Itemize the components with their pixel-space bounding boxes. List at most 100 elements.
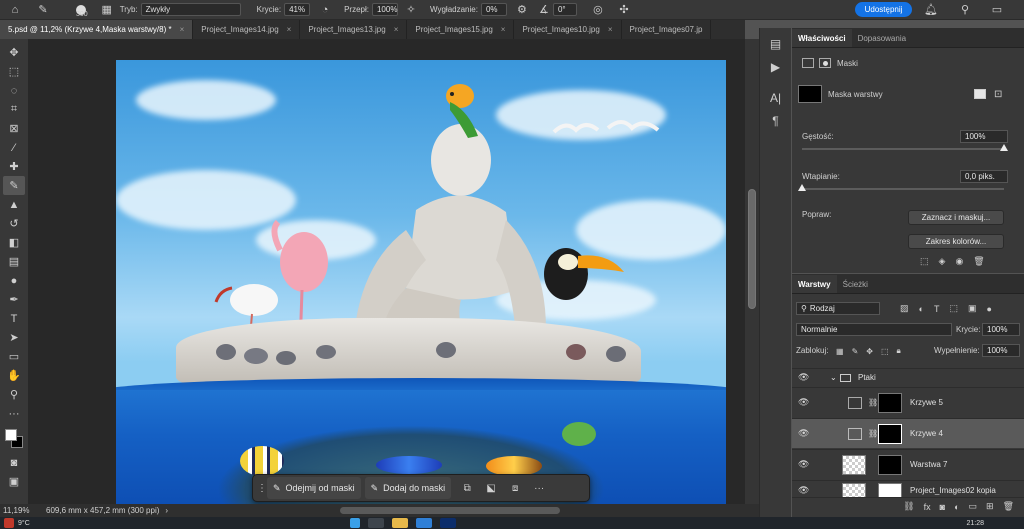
layer-style-icon[interactable]: fx bbox=[924, 502, 931, 512]
density-slider[interactable] bbox=[802, 148, 1004, 150]
search-taskbar-icon[interactable] bbox=[367, 518, 384, 528]
document-info[interactable]: 609,6 mm x 457,2 mm (300 ppi) bbox=[40, 506, 159, 515]
layer-thumbnail[interactable] bbox=[842, 454, 866, 475]
healing-tool-icon[interactable]: ✚ bbox=[3, 157, 25, 176]
horizontal-scrollbar[interactable] bbox=[340, 507, 560, 514]
density-field[interactable]: 100% bbox=[960, 130, 1008, 143]
invert-mask-icon[interactable]: ⬕ bbox=[479, 477, 503, 499]
angle-field[interactable]: 0° bbox=[552, 3, 577, 16]
type-filter-icon[interactable]: T bbox=[934, 304, 940, 314]
explorer-icon[interactable] bbox=[391, 518, 408, 528]
stamp-tool-icon[interactable]: ▲ bbox=[3, 195, 25, 214]
feather-slider[interactable] bbox=[802, 188, 1004, 190]
actions-play-icon[interactable]: ▶ bbox=[765, 57, 787, 76]
load-selection-icon[interactable]: ⬚ bbox=[920, 256, 929, 267]
move-tool-icon[interactable]: ✥ bbox=[3, 43, 25, 62]
screen-mode-icon[interactable]: ▣ bbox=[3, 472, 25, 491]
zoom-tool-icon[interactable]: ⚲ bbox=[3, 385, 25, 404]
apply-mask-icon[interactable]: ◈ bbox=[939, 256, 946, 267]
tab-project-images10[interactable]: Project_Images10.jpg × bbox=[514, 20, 622, 39]
adjustment-layer-icon[interactable]: ◐ bbox=[954, 502, 959, 512]
layer-row-warstwa-7[interactable]: 👁︎ Warstwa 7 bbox=[792, 449, 1024, 479]
pressure-size-icon[interactable]: ◎ bbox=[591, 3, 605, 17]
tab-project-images13[interactable]: Project_Images13.jpg × bbox=[300, 20, 408, 39]
dodge-tool-icon[interactable]: ● bbox=[3, 271, 25, 290]
paragraph-icon[interactable]: ¶ bbox=[765, 111, 787, 130]
tab-project-images14[interactable]: Project_Images14.jpg × bbox=[193, 20, 301, 39]
foreground-color-swatch[interactable] bbox=[5, 429, 17, 441]
new-group-icon[interactable]: ▭ bbox=[969, 501, 978, 512]
link-icon[interactable]: ⛓ bbox=[868, 429, 878, 438]
quick-mask-icon[interactable]: ◙ bbox=[3, 453, 25, 472]
fill-mask-icon[interactable]: ⧈ bbox=[503, 477, 527, 499]
density-slider-handle[interactable] bbox=[1000, 144, 1008, 151]
blend-mode-select[interactable]: Normalnie bbox=[796, 323, 952, 336]
eye-icon[interactable]: 👁︎ bbox=[798, 459, 809, 470]
eye-icon[interactable]: 👁︎ bbox=[798, 372, 809, 383]
layer-row-krzywe-4[interactable]: 👁︎ ⛓ Krzywe 4 bbox=[792, 418, 1024, 448]
close-icon[interactable]: × bbox=[180, 25, 185, 34]
status-arrow-icon[interactable]: › bbox=[165, 506, 168, 515]
zoom-level[interactable]: 11,19% bbox=[0, 506, 40, 515]
trash-icon[interactable]: 🗑︎ bbox=[973, 256, 984, 267]
shape-filter-icon[interactable]: ⬚ bbox=[949, 303, 958, 314]
path-selection-tool-icon[interactable]: ➤ bbox=[3, 328, 25, 347]
lock-all-icon[interactable]: 🔒︎ bbox=[897, 346, 901, 356]
layer-mask-row[interactable]: Maska warstwy ⊡ bbox=[796, 82, 1022, 106]
close-icon[interactable]: × bbox=[501, 25, 506, 34]
flow-field[interactable]: 100% bbox=[371, 3, 398, 16]
close-icon[interactable]: × bbox=[608, 25, 613, 34]
brush-tool-icon[interactable]: ✎ bbox=[3, 176, 25, 195]
share-button[interactable]: Udostępnij bbox=[855, 2, 912, 17]
eraser-tool-icon[interactable]: ◧ bbox=[3, 233, 25, 252]
vector-mask-icon[interactable]: ⊡ bbox=[994, 89, 1002, 100]
add-to-mask-button[interactable]: ✎ Dodaj do maski bbox=[364, 477, 452, 499]
close-icon[interactable]: × bbox=[394, 25, 399, 34]
start-icon[interactable] bbox=[349, 518, 360, 528]
layer-filter-select[interactable]: ⚲ Rodzaj bbox=[796, 302, 880, 315]
fill-field[interactable]: 100% bbox=[982, 344, 1020, 357]
hand-tool-icon[interactable]: ✋ bbox=[3, 366, 25, 385]
color-range-button[interactable]: Zakres kolorów... bbox=[908, 234, 1004, 249]
lock-artboard-icon[interactable]: ⬚ bbox=[881, 347, 889, 356]
airbrush-icon[interactable]: ✧ bbox=[404, 3, 418, 17]
eyedropper-tool-icon[interactable]: ⁄ bbox=[3, 138, 25, 157]
adjustment-filter-icon[interactable]: ◐ bbox=[919, 304, 924, 314]
browser-icon[interactable] bbox=[415, 518, 432, 528]
pixel-mask-icon[interactable] bbox=[974, 89, 986, 99]
color-swatches[interactable] bbox=[3, 427, 25, 453]
brush-settings-icon[interactable]: ▦ bbox=[100, 3, 114, 17]
gradient-tool-icon[interactable]: ▤ bbox=[3, 252, 25, 271]
layer-mask-thumbnail[interactable] bbox=[878, 423, 902, 444]
chevron-down-icon[interactable]: ⌄ bbox=[830, 373, 837, 382]
workspace-icon[interactable]: ▭ bbox=[990, 3, 1004, 17]
frame-tool-icon[interactable]: ⊠ bbox=[3, 119, 25, 138]
type-tool-icon[interactable]: T bbox=[3, 309, 25, 328]
filter-toggle-icon[interactable]: ● bbox=[986, 304, 991, 314]
layer-mask-thumbnail[interactable] bbox=[878, 454, 902, 475]
eye-icon[interactable]: 👁︎ bbox=[798, 397, 809, 408]
drag-handle-icon[interactable]: ⋮ bbox=[257, 477, 267, 499]
canvas-area[interactable]: ⋮ ✎ Odejmij od maski ✎ Dodaj do maski ⧉ … bbox=[28, 39, 745, 504]
tab-project-images07[interactable]: Project_Images07.jp bbox=[622, 20, 712, 39]
layer-row-krzywe-5[interactable]: 👁︎ ⛓ Krzywe 5 bbox=[792, 387, 1024, 417]
tab-paths[interactable]: Ścieżki bbox=[837, 275, 874, 293]
vertical-scrollbar[interactable] bbox=[745, 39, 759, 504]
pen-tool-icon[interactable]: ✒ bbox=[3, 290, 25, 309]
new-layer-icon[interactable]: ⊞ bbox=[986, 501, 994, 512]
tab-adjustments[interactable]: Dopasowania bbox=[852, 29, 912, 47]
feather-field[interactable]: 0,0 piks. bbox=[960, 170, 1008, 183]
photoshop-taskbar-icon[interactable] bbox=[439, 518, 456, 528]
marquee-tool-icon[interactable]: ⬚ bbox=[3, 62, 25, 81]
symmetry-icon[interactable]: ✣ bbox=[617, 3, 631, 17]
layer-row-ptaki[interactable]: 👁︎ ⌄ Ptaki bbox=[792, 368, 1024, 386]
history-icon[interactable]: ▤ bbox=[765, 34, 787, 53]
tab-project-images15[interactable]: Project_Images15.jpg × bbox=[407, 20, 515, 39]
character-icon[interactable]: A| bbox=[765, 88, 787, 107]
more-tools-icon[interactable]: ··· bbox=[3, 404, 25, 423]
lock-pixels-icon[interactable]: ✎ bbox=[852, 347, 859, 356]
layer-opacity-field[interactable]: 100% bbox=[982, 323, 1020, 336]
search-icon[interactable]: ⚲ bbox=[958, 3, 972, 17]
tab-properties[interactable]: Właściwości bbox=[792, 29, 852, 47]
lock-position-icon[interactable]: ✥ bbox=[866, 347, 873, 356]
